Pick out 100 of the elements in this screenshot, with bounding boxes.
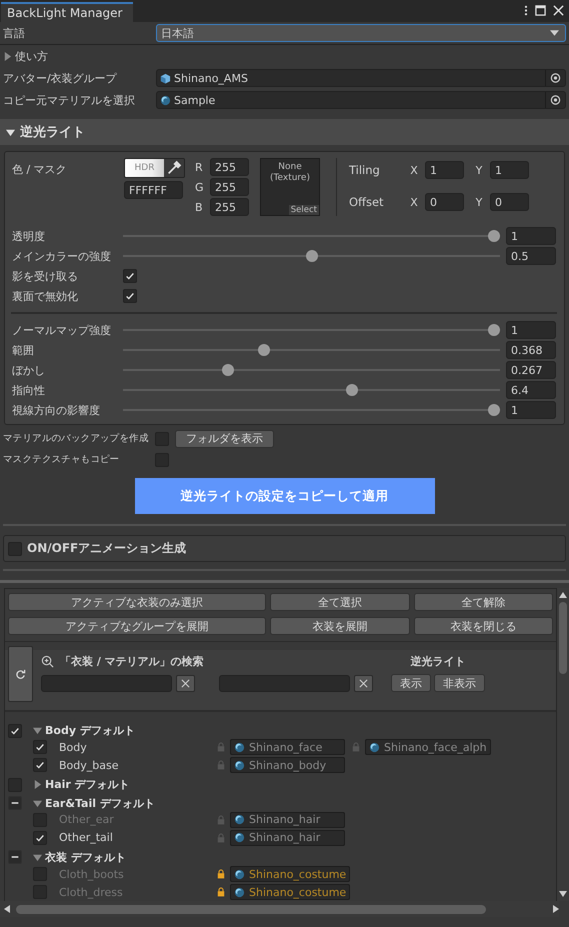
clear-button[interactable] — [176, 675, 195, 692]
section-foldout[interactable]: 逆光ライト — [0, 119, 569, 145]
action-button[interactable]: 全て選択 — [270, 593, 410, 611]
field-label: ぼかし — [12, 362, 46, 378]
search-field[interactable] — [219, 675, 350, 692]
number-field[interactable]: 0 — [425, 193, 464, 211]
scroll-up-icon[interactable] — [559, 592, 567, 598]
number-field[interactable]: 1 — [490, 161, 529, 179]
group-foldout[interactable]: Hair デフォルト — [33, 777, 130, 792]
channel-field[interactable]: 255 — [210, 178, 249, 196]
number-field[interactable]: 1 — [506, 401, 556, 419]
search-field[interactable] — [41, 675, 172, 692]
slider-thumb[interactable] — [488, 230, 500, 242]
slider[interactable] — [123, 364, 500, 376]
checkbox[interactable] — [33, 758, 47, 772]
number-field[interactable]: 0.368 — [506, 341, 556, 359]
material-field[interactable]: Shinano_hair — [230, 812, 345, 828]
show-folder-button[interactable]: フォルダを表示 — [175, 430, 274, 448]
check-icon — [35, 760, 45, 770]
material-field[interactable]: Shinano_hair — [230, 830, 345, 846]
material-field[interactable]: Shinano_costume — [230, 866, 350, 882]
scroll-left-icon[interactable] — [4, 905, 10, 913]
number-field[interactable]: 0 — [490, 193, 529, 211]
checkbox[interactable] — [33, 740, 47, 754]
checkbox[interactable] — [123, 289, 137, 303]
action-button[interactable]: アクティブな衣装のみ選択 — [8, 593, 266, 611]
slider[interactable] — [123, 250, 500, 262]
material-sphere-icon — [160, 94, 171, 106]
slider[interactable] — [123, 404, 500, 416]
more-options-icon[interactable] — [524, 5, 528, 16]
checkbox[interactable] — [8, 724, 22, 738]
scroll-right-icon[interactable] — [553, 905, 559, 913]
checkbox[interactable] — [33, 830, 47, 845]
action-button[interactable]: 全て解除 — [414, 593, 553, 611]
number-field[interactable]: 1 — [506, 227, 556, 245]
maximize-icon[interactable] — [535, 5, 546, 16]
slider[interactable] — [123, 324, 500, 336]
field-label: アバター/衣装グループ — [3, 70, 118, 86]
group-foldout[interactable]: Body デフォルト — [33, 723, 135, 738]
refresh-button[interactable] — [8, 646, 33, 702]
toggle-button[interactable]: 表示 — [391, 674, 431, 692]
group-foldout[interactable]: Ear&Tail デフォルト — [33, 796, 155, 811]
checkbox[interactable] — [8, 542, 22, 556]
slider-thumb[interactable] — [306, 250, 318, 262]
search-title: 「衣装 / マテリアル」の検索 — [60, 654, 204, 669]
field-label: メインカラーの強度 — [12, 248, 112, 264]
slider-thumb[interactable] — [488, 324, 500, 336]
item-name: Body_base — [59, 758, 120, 772]
texture-slot[interactable]: None (Texture) Select — [260, 158, 320, 216]
slider[interactable] — [123, 230, 500, 242]
number-field[interactable]: 0.5 — [506, 247, 556, 265]
scrollbar-thumb[interactable] — [16, 904, 486, 914]
material-field[interactable]: Shinano_body — [230, 757, 345, 774]
number-field[interactable]: 0.267 — [506, 361, 556, 379]
field-label: Tiling — [349, 163, 381, 177]
object-field[interactable]: Sample — [156, 91, 566, 109]
field-label: 言語 — [3, 26, 26, 40]
lock-icon[interactable] — [217, 887, 225, 897]
item-name: Cloth_boots — [59, 868, 125, 880]
item-name: Body — [59, 740, 88, 754]
channel-field[interactable]: 255 — [210, 198, 249, 216]
scrollbar-thumb[interactable] — [559, 602, 567, 674]
slider[interactable] — [123, 344, 500, 356]
toggle-button[interactable]: 非表示 — [434, 674, 485, 692]
caret-icon — [3, 52, 12, 60]
object-field[interactable]: Shinano_AMS — [156, 69, 566, 87]
close-icon[interactable] — [553, 5, 564, 16]
checkbox[interactable] — [123, 269, 137, 283]
slider-thumb[interactable] — [222, 364, 234, 376]
field-label: 色 / マスク — [12, 162, 68, 177]
scroll-down-icon[interactable] — [559, 891, 567, 897]
field-label: マテリアルのバックアップを作成 — [3, 432, 150, 445]
refresh-icon — [15, 668, 26, 680]
channel-label: G — [195, 180, 205, 194]
channel-field[interactable]: 255 — [210, 158, 249, 176]
slider[interactable] — [123, 384, 500, 396]
action-button[interactable]: 衣装を閉じる — [414, 617, 553, 635]
language-dropdown[interactable]: 日本語 — [156, 24, 566, 42]
usage-foldout[interactable]: 使い方 — [3, 48, 48, 64]
number-field[interactable]: 1 — [425, 161, 464, 179]
hex-field[interactable]: FFFFFF — [124, 181, 183, 199]
section-title: ON/OFFアニメーション生成 — [27, 540, 186, 557]
eyedropper-icon[interactable] — [164, 159, 184, 177]
number-field[interactable]: 1 — [506, 321, 556, 339]
slider-thumb[interactable] — [346, 384, 358, 396]
material-field[interactable]: Shinano_face_alph — [365, 739, 491, 756]
material-field[interactable]: Shinano_costume — [230, 884, 350, 900]
action-button[interactable]: アクティブなグループを展開 — [8, 617, 266, 635]
material-field[interactable]: Shinano_face — [230, 739, 345, 756]
slider-thumb[interactable] — [258, 344, 270, 356]
clear-button[interactable] — [354, 675, 373, 692]
window-tab[interactable]: BackLight Manager — [1, 2, 132, 22]
field-label: コピー元マテリアルを選択 — [3, 92, 136, 108]
number-field[interactable]: 6.4 — [506, 381, 556, 399]
action-button[interactable]: 衣装を展開 — [270, 617, 410, 635]
axis-label: Y — [474, 196, 484, 208]
group-foldout[interactable]: 衣装 デフォルト — [33, 850, 126, 865]
slider-thumb[interactable] — [488, 404, 500, 416]
lock-icon[interactable] — [217, 869, 225, 879]
field-label: 範囲 — [12, 342, 35, 358]
